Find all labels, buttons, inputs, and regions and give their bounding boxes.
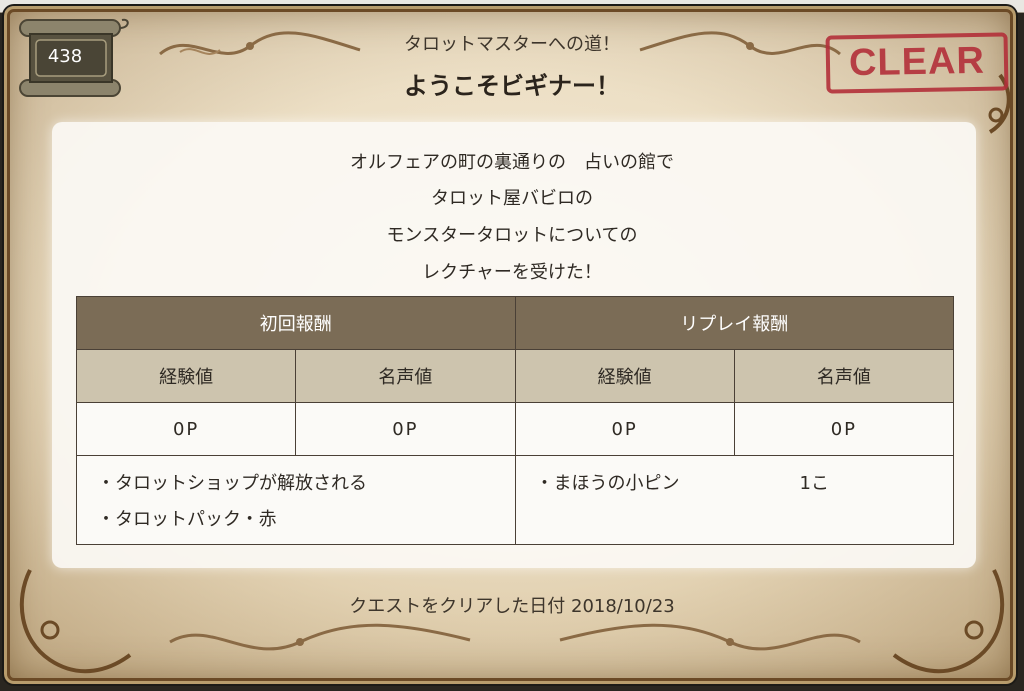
description-line: タロット屋バビロの	[431, 188, 593, 209]
first-reward-items: ・タロットショップが解放される ・タロットパック・赤	[76, 455, 516, 545]
reward-item-name: ・まほうの小ピン	[535, 473, 680, 494]
reward-item: ・まほうの小ピン 1こ	[516, 466, 954, 502]
rewards-items-row: ・タロットショップが解放される ・タロットパック・赤 ・まほうの小ピン 1こ	[76, 455, 954, 545]
replay-exp-value: 0P	[514, 402, 735, 456]
first-exp-label: 経験値	[75, 349, 297, 403]
replay-fame-label: 名声値	[733, 349, 955, 403]
first-fame-label: 名声値	[295, 349, 516, 403]
replay-reward-header: リプレイ報酬	[514, 296, 954, 350]
rewards-values-row: 0P 0P 0P 0P	[75, 402, 955, 456]
replay-exp-label: 経験値	[514, 349, 735, 403]
clear-stamp: CLEAR	[825, 32, 1009, 94]
description-line: モンスタータロットについての	[386, 225, 638, 246]
reward-item: ・タロットショップが解放される	[97, 473, 367, 494]
replay-fame-value: 0P	[733, 402, 955, 456]
description-line: レクチャーを受けた！	[422, 262, 602, 283]
reward-item-quantity: 1こ	[799, 473, 829, 494]
rewards-subheader-row: 経験値 名声値 経験値 名声値	[75, 349, 955, 403]
description-line: オルフェアの町の裏通りの 占いの館で	[350, 152, 674, 173]
corner-scroll-bottom-right	[892, 569, 1005, 674]
flourish-bottom-left	[169, 623, 471, 651]
rewards-header-row: 初回報酬 リプレイ報酬	[76, 296, 954, 350]
corner-scroll-bottom-left	[19, 569, 132, 674]
rewards-table: 初回報酬 リプレイ報酬 経験値 名声値 経験値 名声値 0P 0P 0P 0P …	[75, 296, 955, 545]
first-reward-header: 初回報酬	[76, 296, 516, 350]
clear-date: クエストをクリアした日付 2018/10/23	[349, 596, 675, 617]
first-exp-value: 0P	[75, 402, 297, 456]
flourish-bottom-right	[559, 623, 861, 651]
replay-reward-items: ・まほうの小ピン 1こ	[514, 455, 954, 545]
first-fame-value: 0P	[295, 402, 516, 456]
reward-item: ・タロットパック・赤	[97, 509, 277, 530]
